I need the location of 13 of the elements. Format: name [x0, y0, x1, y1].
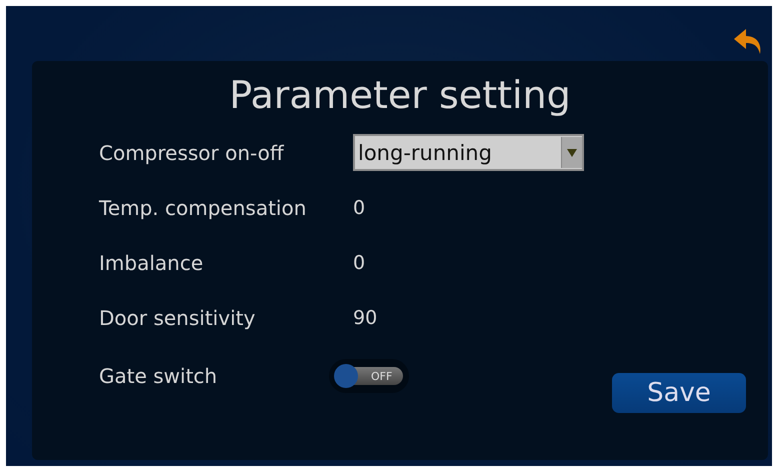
- field-value: 0: [353, 196, 366, 218]
- field-value: 0: [353, 252, 366, 274]
- caret-icon: [567, 148, 577, 156]
- save-button[interactable]: Save: [612, 373, 746, 413]
- field-label: Temp. compensation: [99, 196, 308, 220]
- page-title: Parameter setting: [229, 72, 571, 119]
- toggle-switch[interactable]: OFF: [329, 359, 409, 393]
- field-label: Door sensitivity: [99, 306, 256, 330]
- field-value: 90: [353, 306, 378, 328]
- field-label: Gate switch: [99, 364, 218, 388]
- field-label: Compressor on-off: [99, 140, 285, 164]
- dropdown[interactable]: long-running: [353, 134, 584, 171]
- field-label: Imbalance: [99, 250, 204, 274]
